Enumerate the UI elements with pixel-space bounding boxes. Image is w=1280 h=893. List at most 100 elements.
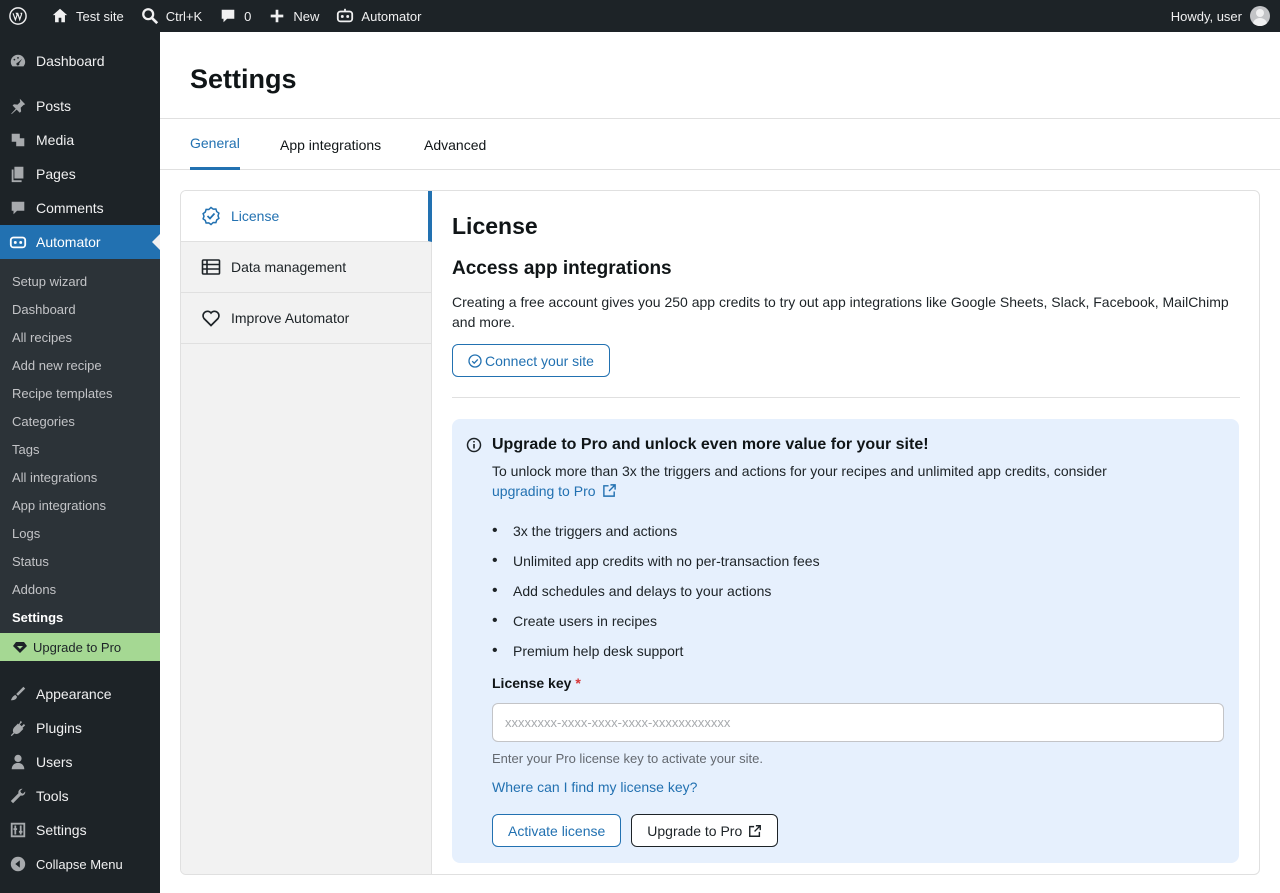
upgrading-to-pro-link[interactable]: upgrading to Pro bbox=[492, 483, 617, 499]
sidebar-item-label: Automator bbox=[36, 234, 101, 250]
submenu-tags[interactable]: Tags bbox=[0, 435, 160, 463]
wordpress-logo-icon bbox=[8, 6, 28, 26]
site-name-label: Test site bbox=[76, 8, 124, 24]
submenu-logs[interactable]: Logs bbox=[0, 519, 160, 547]
comment-icon bbox=[8, 198, 28, 218]
sidebar-item-automator[interactable]: Automator bbox=[0, 225, 160, 259]
section-divider bbox=[452, 397, 1240, 398]
nav-item-license[interactable]: License bbox=[181, 191, 432, 242]
benefit-item: Add schedules and delays to your actions bbox=[492, 576, 820, 606]
sidebar-item-pages[interactable]: Pages bbox=[0, 157, 160, 191]
submenu-upgrade-to-pro[interactable]: Upgrade to Pro bbox=[0, 633, 160, 661]
settings-tabs: General App integrations Advanced bbox=[160, 118, 1280, 170]
nav-item-improve-automator[interactable]: Improve Automator bbox=[181, 293, 431, 344]
connect-site-label: Connect your site bbox=[485, 352, 594, 369]
wordpress-logo-button[interactable] bbox=[0, 0, 42, 32]
collapse-menu-button[interactable]: Collapse Menu bbox=[0, 847, 160, 881]
admin-sidebar: Dashboard Posts Media Pages Comments Aut… bbox=[0, 32, 160, 893]
plus-icon bbox=[267, 6, 287, 26]
connect-site-button[interactable]: Connect your site bbox=[452, 344, 610, 377]
new-label: New bbox=[293, 8, 320, 24]
sidebar-item-label: Users bbox=[36, 754, 73, 770]
benefits-list: 3x the triggers and actions Unlimited ap… bbox=[492, 516, 820, 666]
submenu-settings[interactable]: Settings bbox=[0, 603, 160, 631]
tab-app-integrations[interactable]: App integrations bbox=[280, 119, 381, 170]
sidebar-item-posts[interactable]: Posts bbox=[0, 89, 160, 123]
diamond-icon bbox=[12, 639, 28, 655]
license-key-input[interactable] bbox=[492, 703, 1224, 742]
license-section: License Access app integrations Creating… bbox=[452, 191, 1240, 863]
comments-count: 0 bbox=[244, 8, 252, 24]
submenu-app-integrations[interactable]: App integrations bbox=[0, 491, 160, 519]
heart-icon bbox=[201, 308, 221, 328]
sidebar-item-label: Pages bbox=[36, 166, 76, 182]
sidebar-item-users[interactable]: Users bbox=[0, 745, 160, 779]
settings-left-nav: License Data management Improve Automato… bbox=[181, 191, 432, 874]
my-account-link[interactable]: Howdy, user bbox=[1171, 6, 1280, 26]
sidebar-item-label: Settings bbox=[36, 822, 87, 838]
submenu-add-new-recipe[interactable]: Add new recipe bbox=[0, 351, 160, 379]
page-title: Settings bbox=[190, 64, 297, 94]
sidebar-item-comments[interactable]: Comments bbox=[0, 191, 160, 225]
sidebar-item-label: Dashboard bbox=[36, 53, 105, 69]
media-icon bbox=[8, 130, 28, 150]
search-shortcut-label: Ctrl+K bbox=[165, 8, 203, 24]
collapse-icon bbox=[8, 854, 28, 874]
external-link-icon bbox=[748, 824, 762, 838]
settings-panel: License Data management Improve Automato… bbox=[180, 190, 1260, 875]
license-key-hint: Enter your Pro license key to activate y… bbox=[492, 751, 763, 766]
pages-icon bbox=[8, 164, 28, 184]
upgrade-notice: Upgrade to Pro and unlock even more valu… bbox=[452, 419, 1239, 863]
integrations-description: Creating a free account gives you 250 ap… bbox=[452, 294, 1229, 330]
sidebar-item-tools[interactable]: Tools bbox=[0, 779, 160, 813]
benefit-item: Create users in recipes bbox=[492, 606, 820, 636]
activate-license-button[interactable]: Activate license bbox=[492, 814, 622, 847]
notice-text: To unlock more than 3x the triggers and … bbox=[492, 461, 1212, 503]
dashboard-icon bbox=[8, 51, 28, 71]
nav-item-label: Data management bbox=[231, 259, 347, 275]
comments-link[interactable]: 0 bbox=[210, 0, 259, 32]
find-license-key-link[interactable]: Where can I find my license key? bbox=[492, 779, 697, 795]
submenu-dashboard[interactable]: Dashboard bbox=[0, 295, 160, 323]
license-key-label-text: License key bbox=[492, 675, 572, 691]
automator-adminbar-link[interactable]: Automator bbox=[327, 0, 429, 32]
submenu-categories[interactable]: Categories bbox=[0, 407, 160, 435]
submenu-addons[interactable]: Addons bbox=[0, 575, 160, 603]
upgrade-button-label: Upgrade to Pro bbox=[647, 822, 743, 839]
license-key-label: License key * bbox=[492, 675, 581, 691]
sidebar-item-label: Media bbox=[36, 132, 75, 148]
site-name-link[interactable]: Test site bbox=[42, 0, 132, 32]
admin-bar: Test site Ctrl+K 0 New Automator Howdy, … bbox=[0, 0, 1280, 32]
user-icon bbox=[8, 752, 28, 772]
pin-icon bbox=[8, 96, 28, 116]
submenu-status[interactable]: Status bbox=[0, 547, 160, 575]
sidebar-item-appearance[interactable]: Appearance bbox=[0, 677, 160, 711]
tab-advanced[interactable]: Advanced bbox=[424, 119, 486, 170]
comment-icon bbox=[218, 6, 238, 26]
nav-item-data-management[interactable]: Data management bbox=[181, 242, 431, 293]
new-content-link[interactable]: New bbox=[259, 0, 327, 32]
required-mark: * bbox=[575, 675, 581, 691]
sidebar-item-media[interactable]: Media bbox=[0, 123, 160, 157]
nav-item-label: License bbox=[231, 208, 280, 224]
submenu-setup-wizard[interactable]: Setup wizard bbox=[0, 267, 160, 295]
sidebar-item-settings[interactable]: Settings bbox=[0, 813, 160, 847]
sidebar-item-plugins[interactable]: Plugins bbox=[0, 711, 160, 745]
home-icon bbox=[50, 6, 70, 26]
submenu-all-integrations[interactable]: All integrations bbox=[0, 463, 160, 491]
automator-adminbar-label: Automator bbox=[361, 8, 422, 24]
sidebar-item-dashboard[interactable]: Dashboard bbox=[0, 44, 160, 78]
sidebar-item-label: Plugins bbox=[36, 720, 82, 736]
notice-title: Upgrade to Pro and unlock even more valu… bbox=[492, 436, 929, 453]
submenu-all-recipes[interactable]: All recipes bbox=[0, 323, 160, 351]
upgrade-label: Upgrade to Pro bbox=[33, 639, 122, 655]
submenu-recipe-templates[interactable]: Recipe templates bbox=[0, 379, 160, 407]
nav-item-label: Improve Automator bbox=[231, 310, 350, 326]
command-search-button[interactable]: Ctrl+K bbox=[132, 0, 210, 32]
wrench-icon bbox=[8, 786, 28, 806]
check-circle-icon bbox=[468, 353, 482, 368]
upgrade-to-pro-button[interactable]: Upgrade to Pro bbox=[631, 814, 779, 847]
tab-general[interactable]: General bbox=[190, 119, 240, 170]
table-icon bbox=[201, 257, 221, 277]
search-icon bbox=[140, 6, 160, 26]
